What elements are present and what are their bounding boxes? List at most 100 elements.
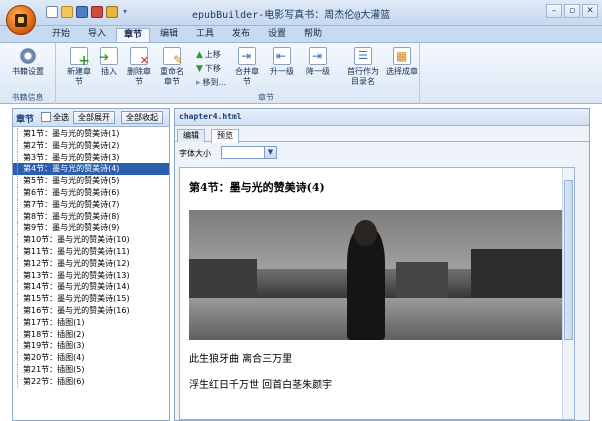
insert-button[interactable]: 插入	[96, 47, 122, 77]
chapter-tree-item[interactable]: 第22节：插图(6)	[13, 375, 169, 388]
vertical-scrollbar[interactable]	[562, 168, 574, 419]
movie-still-image	[189, 210, 565, 340]
demote-button[interactable]: 降一级	[302, 47, 334, 77]
chapter-tree-item[interactable]: 第17节：插图(1)	[13, 316, 169, 329]
chapter-tree-item[interactable]: 第15节：墨与光的赞美诗(15)	[13, 293, 169, 305]
photo-person	[346, 229, 385, 340]
window-controls: – ▫ ✕	[546, 4, 598, 18]
promote-label: 升一级	[270, 67, 294, 76]
window-title: epubBuilder-电影写真书：周杰伦@大灌篮	[192, 10, 391, 21]
tab-import[interactable]: 导入	[80, 28, 114, 42]
chapter-tree-item[interactable]: 第12节：墨与光的赞美诗(12)	[13, 257, 169, 270]
minimize-icon[interactable]: –	[546, 4, 562, 18]
new-chapter-button[interactable]: 新建章节	[64, 47, 94, 87]
chapter-tree-item[interactable]: 第1节：墨与光的赞美诗(1)	[13, 128, 169, 140]
chapter-tree-item[interactable]: 第19节：插图(3)	[13, 340, 169, 352]
file-header: chapter4.html	[175, 109, 589, 126]
tab-start[interactable]: 开始	[44, 28, 78, 42]
export-icon[interactable]	[106, 6, 118, 18]
ribbon-tabs: 开始 导入 章节 编辑 工具 发布 设置 帮助	[0, 26, 602, 42]
arrow-up-icon: ▲	[196, 49, 203, 60]
chapter-tree-item[interactable]: 第6节：墨与光的赞美诗(6)	[13, 186, 169, 199]
ribbon-panel: 书籍设置 书籍信息 新建章节 插入 删除章节 重命名章节 ▲上移 ▼下移 ▸移到…	[0, 42, 602, 104]
tab-edit-view[interactable]: 编辑	[177, 129, 205, 142]
chapter-tree-item[interactable]: 第13节：墨与光的赞美诗(13)	[13, 269, 169, 282]
tab-publish[interactable]: 发布	[224, 28, 258, 42]
move-up-label: 上移	[204, 50, 221, 59]
app-menu-button[interactable]	[6, 5, 36, 35]
delete-chapter-button[interactable]: 删除章节	[124, 47, 154, 87]
chapter-tree-item[interactable]: 第16节：墨与光的赞美诗(16)	[13, 304, 169, 317]
open-folder-icon[interactable]	[61, 6, 73, 18]
maximize-icon[interactable]: ▫	[564, 4, 580, 18]
preview-document: 第4节：墨与光的赞美诗(4) 此生狼牙曲 离合三万里 浮生红日千万世 回首白茎朱…	[179, 167, 575, 420]
app-logo-icon	[15, 13, 27, 27]
merge-chapter-label: 合并章节	[235, 67, 259, 86]
move-down-button[interactable]: ▼ 下移	[196, 63, 221, 74]
chapter-tree-item[interactable]: 第5节：墨与光的赞美诗(5)	[13, 175, 169, 187]
move-to-button[interactable]: ▸ 移到...	[196, 77, 226, 88]
book-info-group: 书籍设置 书籍信息	[0, 43, 56, 104]
select-chapter-label: 选择成章	[386, 67, 418, 76]
chapter-tree-item[interactable]: 第9节：墨与光的赞美诗(9)	[13, 222, 169, 234]
title-bar: ▾ epubBuilder-电影写真书：周杰伦@大灌篮 – ▫ ✕	[0, 0, 602, 35]
chapter-tree-item[interactable]: 第7节：墨与光的赞美诗(7)	[13, 198, 169, 211]
book-settings-button[interactable]: 书籍设置	[8, 47, 48, 77]
delete-chapter-label: 删除章节	[127, 67, 151, 86]
first-line-as-dir-label: 首行作为目录名	[347, 67, 379, 86]
editor-panel: chapter4.html 编辑 预览 字体大小 ▼ 第4节：墨与光的赞美诗(4…	[174, 108, 590, 421]
expand-all-button[interactable]: 全部展开	[73, 111, 115, 124]
chapter-tree-item[interactable]: 第8节：墨与光的赞美诗(8)	[13, 210, 169, 223]
document-line: 浮生红日千万世 回首白茎朱颜宇	[189, 380, 333, 391]
chapter-tree: 第1节：墨与光的赞美诗(1) 第2节：墨与光的赞美诗(2) 第3节：墨与光的赞美诗(…	[13, 128, 169, 388]
font-size-label: 字体大小	[179, 149, 211, 158]
select-all-checkbox[interactable]	[41, 112, 51, 122]
chapter-panel-title: 章节	[16, 115, 35, 125]
close-icon[interactable]: ✕	[582, 4, 598, 18]
chevron-down-icon[interactable]: ▼	[264, 147, 276, 158]
chapter-tree-item[interactable]: 第18节：插图(2)	[13, 328, 169, 341]
tab-tools[interactable]: 工具	[188, 28, 222, 42]
publish-icon[interactable]	[91, 6, 103, 18]
chapter-tree-item[interactable]: 第11节：墨与光的赞美诗(11)	[13, 245, 169, 258]
select-chapter-icon	[393, 47, 411, 65]
font-size-select[interactable]: ▼	[221, 146, 277, 159]
tab-chapter[interactable]: 章节	[116, 28, 150, 42]
insert-icon	[99, 47, 118, 65]
tab-help[interactable]: 帮助	[296, 28, 330, 42]
chapter-tree-item[interactable]: 第20节：插图(4)	[13, 352, 169, 364]
directory-icon	[354, 47, 372, 65]
delete-icon	[130, 47, 149, 67]
collapse-all-button[interactable]: 全部收起	[121, 111, 163, 124]
quick-access-toolbar: ▾	[46, 6, 129, 18]
chapter-tree-item[interactable]: 第10节：墨与光的赞美诗(10)	[13, 234, 169, 246]
move-to-label: 移到...	[202, 78, 227, 87]
document-line: 此生狼牙曲 离合三万里	[189, 354, 293, 365]
file-name: chapter4.html	[179, 112, 242, 121]
chapter-tree-item[interactable]: 第2节：墨与光的赞美诗(2)	[13, 139, 169, 152]
merge-icon	[238, 47, 256, 65]
tab-edit[interactable]: 编辑	[152, 28, 186, 42]
qat-customize-icon[interactable]: ▾	[121, 6, 129, 18]
promote-button[interactable]: 升一级	[266, 47, 298, 77]
select-chapter-button[interactable]: 选择成章	[386, 47, 418, 77]
photo-building	[395, 262, 449, 301]
gear-icon	[19, 47, 37, 65]
chapter-tree-item[interactable]: 第3节：墨与光的赞美诗(3)	[13, 151, 169, 164]
scrollbar-thumb[interactable]	[564, 180, 573, 340]
first-line-as-dir-button[interactable]: 首行作为目录名	[344, 47, 382, 87]
chapter-tree-item[interactable]: 第4节：墨与光的赞美诗(4)	[13, 163, 169, 176]
chapter-toolbar: 章节 全选 全部展开 全部收起	[13, 109, 169, 127]
tab-settings[interactable]: 设置	[260, 28, 294, 42]
move-up-button[interactable]: ▲ 上移	[196, 49, 221, 60]
new-file-icon[interactable]	[46, 6, 58, 18]
document-title: 第4节：墨与光的赞美诗(4)	[189, 181, 325, 194]
new-chapter-icon	[70, 47, 90, 69]
insert-label: 插入	[101, 67, 117, 76]
chapter-tree-item[interactable]: 第14节：墨与光的赞美诗(14)	[13, 281, 169, 293]
rename-chapter-button[interactable]: 重命名章节	[156, 47, 188, 87]
save-icon[interactable]	[76, 6, 88, 18]
chapter-tree-item[interactable]: 第21节：插图(5)	[13, 363, 169, 376]
tab-preview[interactable]: 预览	[211, 129, 239, 143]
merge-chapter-button[interactable]: 合并章节	[232, 47, 262, 87]
